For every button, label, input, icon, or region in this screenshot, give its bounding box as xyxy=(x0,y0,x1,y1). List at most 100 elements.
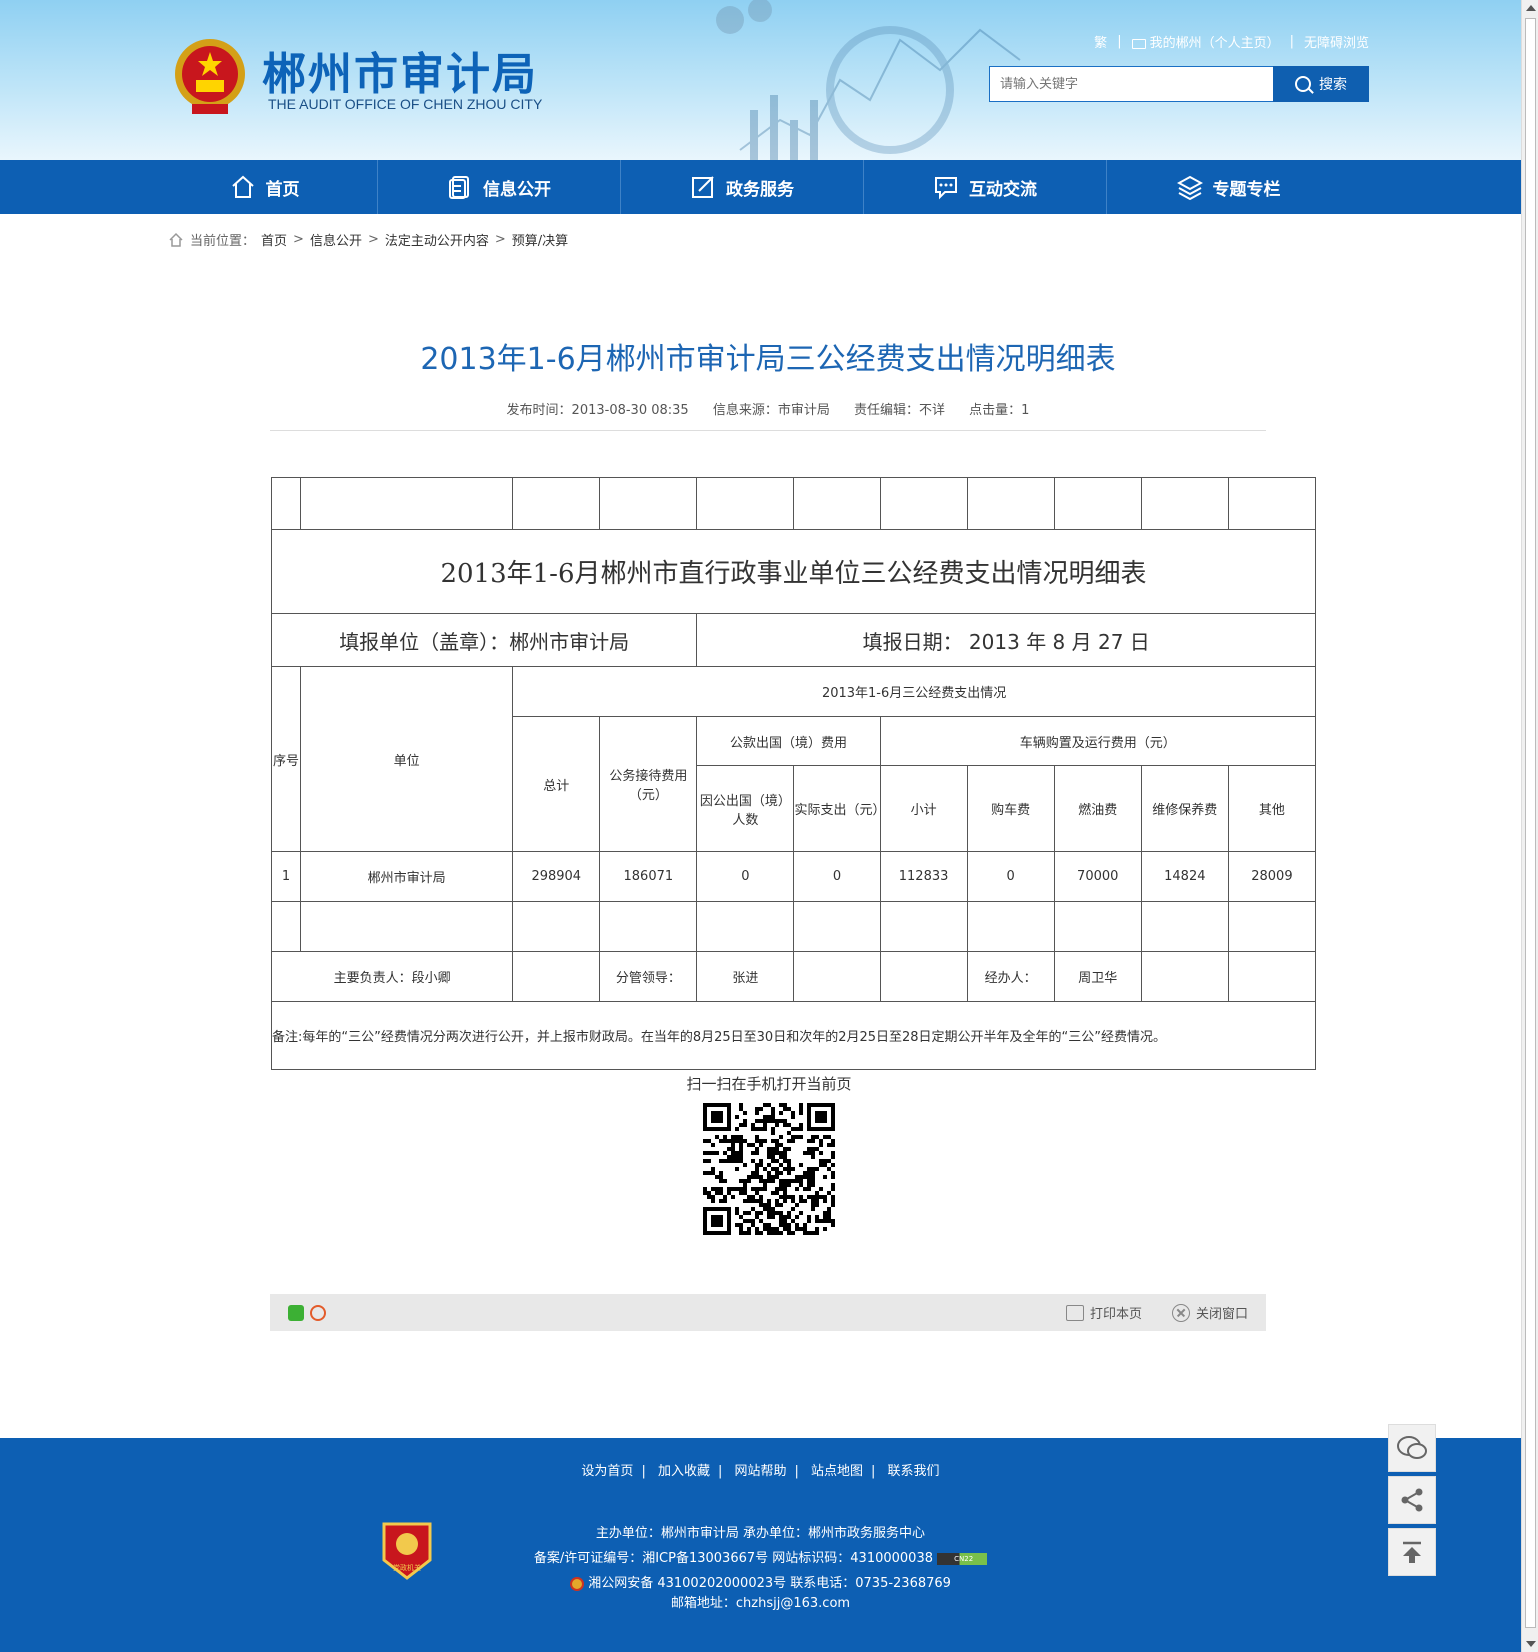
weibo-share-icon[interactable] xyxy=(310,1304,326,1321)
scroll-down-arrow-icon[interactable] xyxy=(1526,1641,1536,1647)
handler-name: 周卫华 xyxy=(1053,951,1142,1002)
site-title[interactable]: 郴州市审计局 xyxy=(262,38,538,102)
breadcrumb-separator: > xyxy=(367,232,379,247)
footer-sponsor: 主办单位：郴州市审计局 承办单位：郴州市政务服务中心 xyxy=(595,1526,926,1541)
empty-cell xyxy=(966,901,1055,952)
header-unit: 单位 xyxy=(300,666,514,852)
empty-cell xyxy=(270,477,302,530)
editor: 责任编辑：不详 xyxy=(854,403,946,418)
nav-label: 专题专栏 xyxy=(1212,179,1281,200)
footer-police-text[interactable]: 湘公网安备 43100202000023号 联系电话：0735-2368769 xyxy=(588,1576,951,1591)
cell-fuel: 70000 xyxy=(1053,851,1142,902)
share-float-button[interactable] xyxy=(1388,1476,1436,1524)
site-footer: 设为首页 | 加入收藏 | 网站帮助 | 站点地图 | 联系我们 党政机关 主办单位：郴… xyxy=(0,1438,1521,1652)
handler-label: 经办人： xyxy=(966,951,1055,1002)
empty-cell xyxy=(270,901,302,952)
table-row: 1 郴州市审计局 298904 186071 0 0 112833 0 7000… xyxy=(270,851,1317,902)
close-icon xyxy=(1171,1303,1190,1322)
search-button[interactable]: 搜索 xyxy=(1273,66,1369,102)
click-count: 点击量：1 xyxy=(969,403,1030,418)
search-icon xyxy=(1295,76,1311,92)
contact-link[interactable]: 联系我们 xyxy=(888,1464,940,1479)
empty-cell xyxy=(512,951,601,1002)
main-nav: 首页 信息公开 政务服务 互动交流 专题专栏 xyxy=(0,160,1521,214)
site-help-link[interactable]: 网站帮助 xyxy=(734,1464,786,1479)
scroll-up-arrow-icon[interactable] xyxy=(1526,5,1536,11)
nav-item-interaction[interactable]: 互动交流 xyxy=(864,160,1107,214)
scroll-thumb[interactable] xyxy=(1525,18,1536,1628)
header-fuel: 燃油费 xyxy=(1053,765,1142,852)
breadcrumb-home[interactable]: 首页 xyxy=(261,230,287,249)
header-reception: 公务接待费用（元） xyxy=(599,716,698,852)
close-label: 关闭窗口 xyxy=(1195,1307,1248,1322)
empty-cell xyxy=(1227,951,1317,1002)
leader-label: 分管领导： xyxy=(599,951,698,1002)
empty-cell xyxy=(696,477,795,530)
header-vehicle: 车辆购置及运行费用（元） xyxy=(879,716,1317,766)
set-homepage-link[interactable]: 设为首页 xyxy=(581,1464,633,1479)
header-abroad-actual: 实际支出（元） xyxy=(793,765,885,852)
document-icon xyxy=(449,176,469,199)
table-row: 主要负责人：段小卿 分管领导： 张进 经办人： 周卫华 xyxy=(270,951,1317,1002)
empty-cell xyxy=(1227,901,1317,952)
cell-abroad-actual: 0 xyxy=(793,851,881,902)
wechat-share-icon[interactable] xyxy=(288,1304,304,1321)
article-title: 2013年1-6月郴州市审计局三公经费支出情况明细表 xyxy=(420,342,1116,377)
nav-label: 政务服务 xyxy=(726,179,794,200)
separator: | xyxy=(1289,34,1294,49)
cn22-badge[interactable]: CN22 xyxy=(937,1552,988,1565)
table-row: 2013年1-6月郴州市直行政事业单位三公经费支出情况明细表 xyxy=(271,529,1316,614)
empty-cell xyxy=(1053,901,1142,952)
table-row xyxy=(270,477,1317,530)
breadcrumb-statutory[interactable]: 法定主动公开内容 xyxy=(385,230,489,249)
breadcrumb-budget[interactable]: 预算/决算 xyxy=(512,230,568,249)
nav-item-info-public[interactable]: 信息公开 xyxy=(378,160,621,214)
back-to-top-button[interactable] xyxy=(1388,1528,1436,1576)
header-seq: 序号 xyxy=(270,666,302,852)
qr-caption: 扫一扫在手机打开当前页 xyxy=(686,1075,852,1093)
empty-cell xyxy=(300,901,514,952)
footer-police: 湘公网安备 43100202000023号 联系电话：0735-2368769 xyxy=(0,1572,1521,1591)
breadcrumb-separator: > xyxy=(293,232,304,247)
add-favorite-link[interactable]: 加入收藏 xyxy=(658,1464,710,1479)
scrollbar[interactable] xyxy=(1521,0,1538,1652)
close-window-button[interactable]: 关闭窗口 xyxy=(1171,1303,1248,1322)
print-button[interactable]: 打印本页 xyxy=(1065,1303,1142,1322)
table-note: 备注:每年的“三公”经费情况分两次进行公开，并上报市财政局。在当年的8月25日至… xyxy=(271,1001,1316,1070)
nav-item-special-topics[interactable]: 专题专栏 xyxy=(1107,160,1350,214)
qr-code-icon xyxy=(703,1103,835,1235)
sitemap-link[interactable]: 站点地图 xyxy=(811,1464,863,1479)
share-icon xyxy=(1401,1488,1423,1512)
empty-cell xyxy=(300,477,514,530)
fill-unit: 填报单位（盖章）：郴州市审计局 xyxy=(270,613,698,667)
header-subtotal: 小计 xyxy=(879,765,968,852)
table-row: 序号 单位 2013年1-6月三公经费支出情况 xyxy=(270,666,1316,852)
search-input[interactable] xyxy=(989,66,1274,102)
traditional-chinese-link[interactable]: 繁 xyxy=(1094,32,1107,51)
empty-cell xyxy=(599,901,698,952)
cell-subtotal: 112833 xyxy=(879,851,968,902)
header-abroad-people: 因公出国（境）人数 xyxy=(696,765,795,852)
site-subtitle: THE AUDIT OFFICE OF CHEN ZHOU CITY xyxy=(268,96,543,112)
empty-cell xyxy=(1140,477,1229,530)
header-total: 总计 xyxy=(512,716,601,852)
footer-icp-text: 备案/许可证编号：湘ICP备13003667号 网站标识码：4310000038 xyxy=(533,1551,933,1566)
my-portal-link[interactable]: 我的郴州（个人主页） xyxy=(1131,32,1280,51)
wechat-float-button[interactable] xyxy=(1388,1424,1436,1472)
empty-cell xyxy=(793,477,881,530)
monitor-icon xyxy=(1131,38,1146,49)
toolbar-actions: 打印本页 关闭窗口 xyxy=(1065,1303,1248,1322)
police-badge-icon xyxy=(570,1576,585,1591)
breadcrumb-info-public[interactable]: 信息公开 xyxy=(310,230,362,249)
cell-total: 298904 xyxy=(512,851,601,902)
header-other: 其他 xyxy=(1227,765,1317,852)
empty-cell xyxy=(1227,477,1317,530)
edit-icon xyxy=(692,176,714,198)
home-icon xyxy=(169,232,183,247)
accessible-browse-link[interactable]: 无障碍浏览 xyxy=(1304,32,1369,51)
nav-item-home[interactable]: 首页 xyxy=(152,160,378,214)
nav-item-gov-service[interactable]: 政务服务 xyxy=(621,160,864,214)
layers-icon xyxy=(1176,175,1203,200)
cell-reception: 186071 xyxy=(599,851,698,902)
separator: | xyxy=(1117,34,1122,49)
